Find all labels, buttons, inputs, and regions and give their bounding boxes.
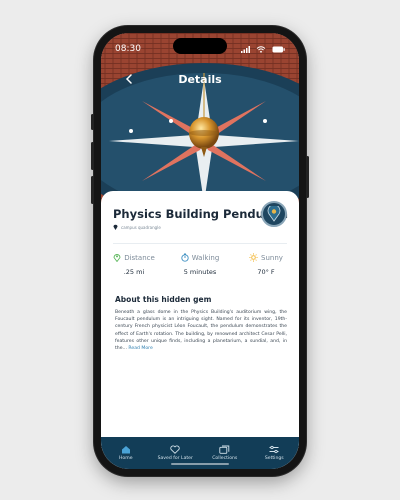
place-badge[interactable] [261,201,287,227]
about-description: Beneath a glass dome in the Physics Buil… [115,309,287,352]
top-app-bar: Details [101,69,299,89]
tab-collections-label: Collections [212,456,238,461]
signal-icon [241,45,250,53]
page-title: Details [178,72,222,86]
place-location: campus quadrangle [113,224,161,230]
chevron-left-icon [125,74,132,84]
collections-icon [219,445,230,454]
tab-settings-label: Settings [264,456,284,461]
home-icon [121,446,130,454]
location-pin-icon [113,254,121,262]
tab-home[interactable]: Home [101,437,151,469]
stat-walking-label: Walking [191,253,220,262]
heart-icon [170,445,180,454]
pin-badge-icon [267,206,281,222]
stat-weather: Sunny 70° F [233,253,299,276]
status-time: 08:30 [115,44,141,54]
read-more-link[interactable]: Read More [128,346,152,351]
stat-walking-value: 5 minutes [183,268,217,276]
map-pin-icon [113,224,118,230]
stat-distance-value: .25 mi [123,268,145,276]
home-indicator[interactable] [171,463,229,465]
place-location-text: campus quadrangle [121,224,161,230]
dynamic-island [173,38,227,54]
volume-up-button [91,142,94,170]
details-card: Physics Building Pendulum campus quadran… [101,191,299,467]
wifi-icon [256,45,266,53]
volume-down-button [91,176,94,204]
pendulum-floor-photo [101,33,299,203]
action-button [91,114,94,130]
stat-weather-value: 70° F [257,268,275,276]
tab-settings[interactable]: Settings [250,437,300,469]
stopwatch-icon [181,253,189,262]
stat-distance: Distance .25 mi [101,253,167,276]
section-divider [113,243,287,244]
stat-weather-label: Sunny [261,253,283,262]
power-button [306,156,309,198]
stat-distance-label: Distance [124,253,155,262]
about-text: Beneath a glass dome in the Physics Buil… [115,310,287,352]
trip-stats: Distance .25 mi Walking 5 minutes Sunny … [101,253,299,283]
stat-walking: Walking 5 minutes [167,253,233,276]
about-heading: About this hidden gem [115,295,212,304]
tab-saved-label: Saved for Later [157,456,193,461]
battery-icon [272,46,285,52]
sun-icon [249,253,258,262]
back-button[interactable] [119,69,139,89]
tab-home-label: Home [118,456,133,461]
hero-image [101,33,299,203]
sliders-icon [269,445,279,454]
phone-screen: 08:30 Details Physics Building Pendulum … [101,33,299,469]
phone-frame: 08:30 Details Physics Building Pendulum … [91,26,309,476]
